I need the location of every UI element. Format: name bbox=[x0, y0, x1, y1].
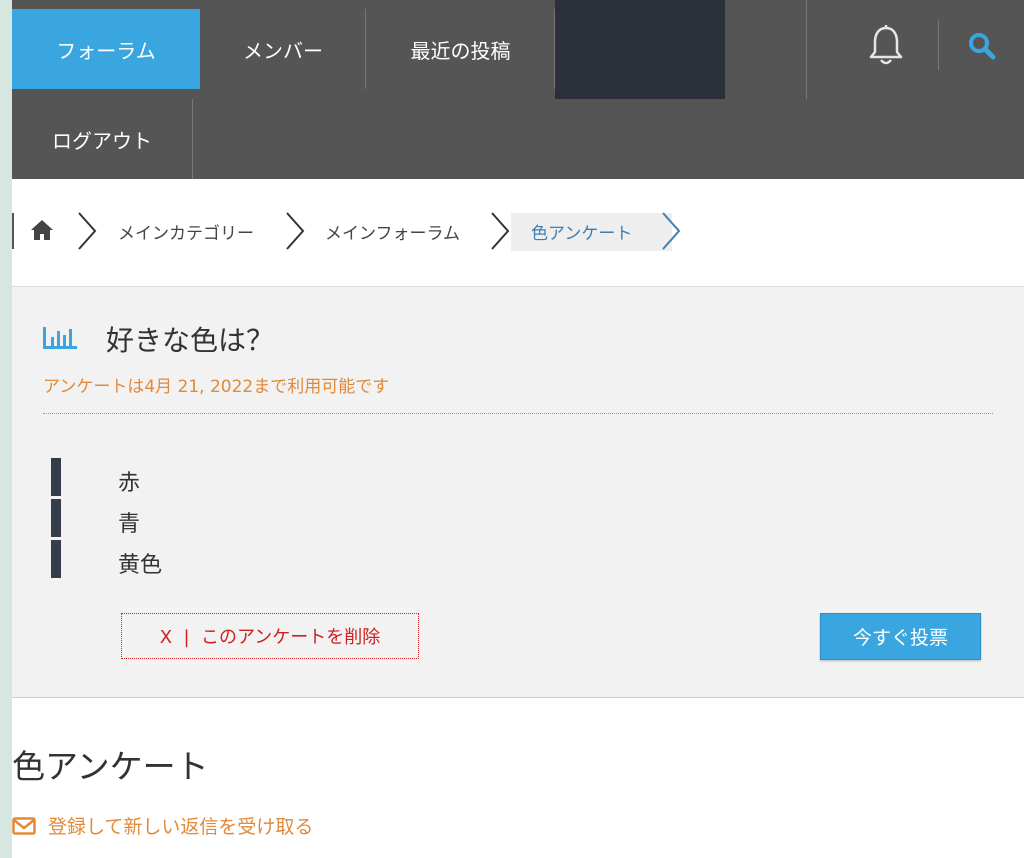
breadcrumb-item-main-forum[interactable]: メインフォーラム bbox=[325, 219, 460, 244]
poll-option-marker bbox=[51, 540, 61, 578]
nav-divider bbox=[806, 0, 807, 99]
breadcrumb-item-current: 色アンケート bbox=[531, 224, 633, 244]
nav-item-label: 最近の投稿 bbox=[410, 38, 511, 63]
poll-panel: 好きな色は？ アンケートは4月 21, 2022まで利用可能です 赤 青 黄色 … bbox=[12, 287, 1024, 698]
bar-chart-icon bbox=[42, 325, 78, 351]
subscribe-label: 登録して新しい返信を受け取る bbox=[48, 816, 314, 838]
nav-item-forum[interactable]: フォーラム bbox=[12, 9, 200, 89]
divider bbox=[43, 413, 993, 414]
breadcrumb: メインカテゴリー メインフォーラム 色アンケート bbox=[12, 179, 1024, 287]
home-icon[interactable] bbox=[30, 219, 54, 241]
vote-now-button[interactable]: 今すぐ投票 bbox=[820, 613, 981, 660]
left-edge-strip bbox=[0, 0, 12, 858]
delete-poll-label: X | このアンケートを削除 bbox=[159, 627, 381, 648]
nav-item-recent-posts[interactable]: 最近の投稿 bbox=[366, 9, 555, 89]
chevron-right-icon bbox=[660, 209, 682, 253]
poll-question: 好きな色は？ bbox=[106, 324, 275, 357]
nav-divider bbox=[938, 20, 939, 70]
poll-option-blue[interactable]: 青 bbox=[118, 506, 140, 538]
poll-option-yellow[interactable]: 黄色 bbox=[118, 547, 162, 579]
breadcrumb-item-main-category[interactable]: メインカテゴリー bbox=[118, 219, 254, 244]
nav-item-members[interactable]: メンバー bbox=[200, 9, 366, 89]
delete-poll-button[interactable]: X | このアンケートを削除 bbox=[121, 613, 419, 659]
nav-item-label: メンバー bbox=[243, 38, 323, 63]
nav-item-logout[interactable]: ログアウト bbox=[12, 99, 192, 179]
mail-icon bbox=[12, 816, 36, 835]
search-icon[interactable] bbox=[966, 30, 998, 62]
poll-option-red[interactable]: 赤 bbox=[118, 465, 140, 497]
poll-option-marker bbox=[51, 458, 61, 496]
top-navigation: フォーラム メンバー 最近の投稿 ログアウト bbox=[12, 0, 1024, 179]
bell-icon[interactable] bbox=[866, 24, 906, 68]
nav-item-label: フォーラム bbox=[56, 38, 156, 63]
poll-option-marker bbox=[51, 499, 61, 537]
obscured-nav-item bbox=[555, 0, 725, 99]
subscribe-link[interactable]: 登録して新しい返信を受け取る bbox=[12, 812, 313, 839]
breadcrumb-edge bbox=[12, 213, 14, 249]
poll-expiry-notice: アンケートは4月 21, 2022まで利用可能です bbox=[43, 377, 390, 397]
nav-divider bbox=[192, 99, 193, 179]
vote-now-label: 今すぐ投票 bbox=[852, 627, 948, 649]
chevron-right-icon bbox=[76, 209, 98, 253]
chevron-right-icon bbox=[284, 209, 306, 253]
nav-item-label: ログアウト bbox=[52, 128, 152, 153]
topic-title: 色アンケート bbox=[12, 747, 209, 786]
chevron-right-icon bbox=[489, 209, 511, 253]
